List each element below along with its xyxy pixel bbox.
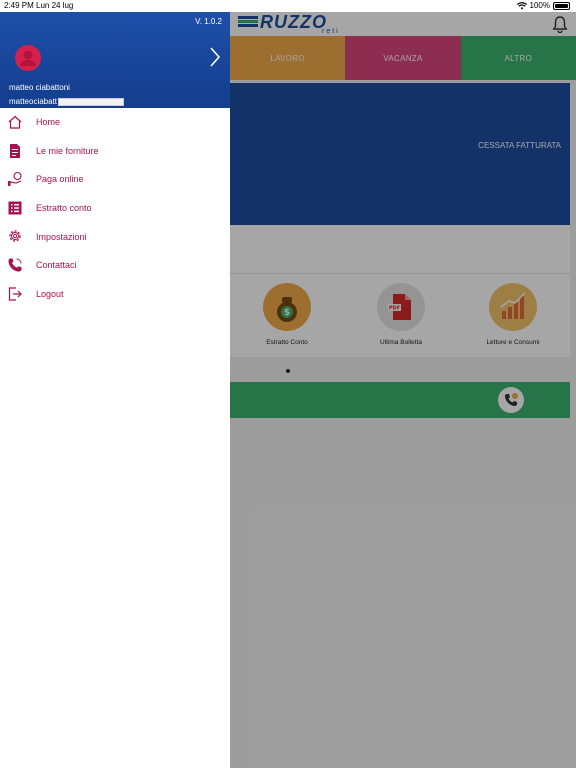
document-icon <box>10 143 20 158</box>
avatar-icon[interactable] <box>14 44 42 72</box>
user-name: matteo ciabattoni <box>9 83 70 92</box>
menu-item-label: Le mie forniture <box>36 145 99 156</box>
menu-item-label: Impostazioni <box>36 231 87 242</box>
menu-item-home[interactable]: Home <box>0 108 230 137</box>
menu-item-impostazioni[interactable]: Impostazioni <box>0 222 230 251</box>
side-drawer: V. 1.0.2 matteo ciabattoni matteociabatt… <box>0 12 230 768</box>
menu-item-logout[interactable]: Logout <box>0 280 230 309</box>
list-icon <box>8 201 22 215</box>
menu-item-label: Home <box>36 117 61 128</box>
menu-item-label: Contattaci <box>36 260 77 271</box>
redacted-field <box>58 98 124 106</box>
pay-online-icon <box>7 172 22 187</box>
menu-item-label: Paga online <box>36 174 84 185</box>
battery-percent: 100% <box>529 1 550 10</box>
status-date: Lun 24 lug <box>36 1 74 10</box>
menu-item-label: Estratto conto <box>36 203 92 214</box>
phone-icon <box>8 258 22 272</box>
menu-item-contattaci[interactable]: Contattaci <box>0 251 230 280</box>
status-bar: 2:49 PM Lun 24 lug 100% <box>0 0 576 12</box>
drawer-menu: Home Le mie forniture Paga online Estrat… <box>0 108 230 308</box>
home-icon <box>8 115 22 129</box>
drawer-header: V. 1.0.2 matteo ciabattoni matteociabatt <box>0 12 230 108</box>
user-email: matteociabatt <box>9 97 58 106</box>
menu-item-paga-online[interactable]: Paga online <box>0 165 230 194</box>
status-time: 2:49 PM <box>4 1 34 10</box>
gear-icon <box>9 230 21 243</box>
battery-icon <box>553 1 570 10</box>
app-version: V. 1.0.2 <box>195 17 222 26</box>
wifi-icon <box>516 1 527 9</box>
menu-item-forniture[interactable]: Le mie forniture <box>0 137 230 166</box>
logout-icon <box>8 286 22 301</box>
chevron-right-icon[interactable] <box>208 46 222 68</box>
menu-item-label: Logout <box>36 288 64 299</box>
menu-item-estratto-conto[interactable]: Estratto conto <box>0 194 230 223</box>
